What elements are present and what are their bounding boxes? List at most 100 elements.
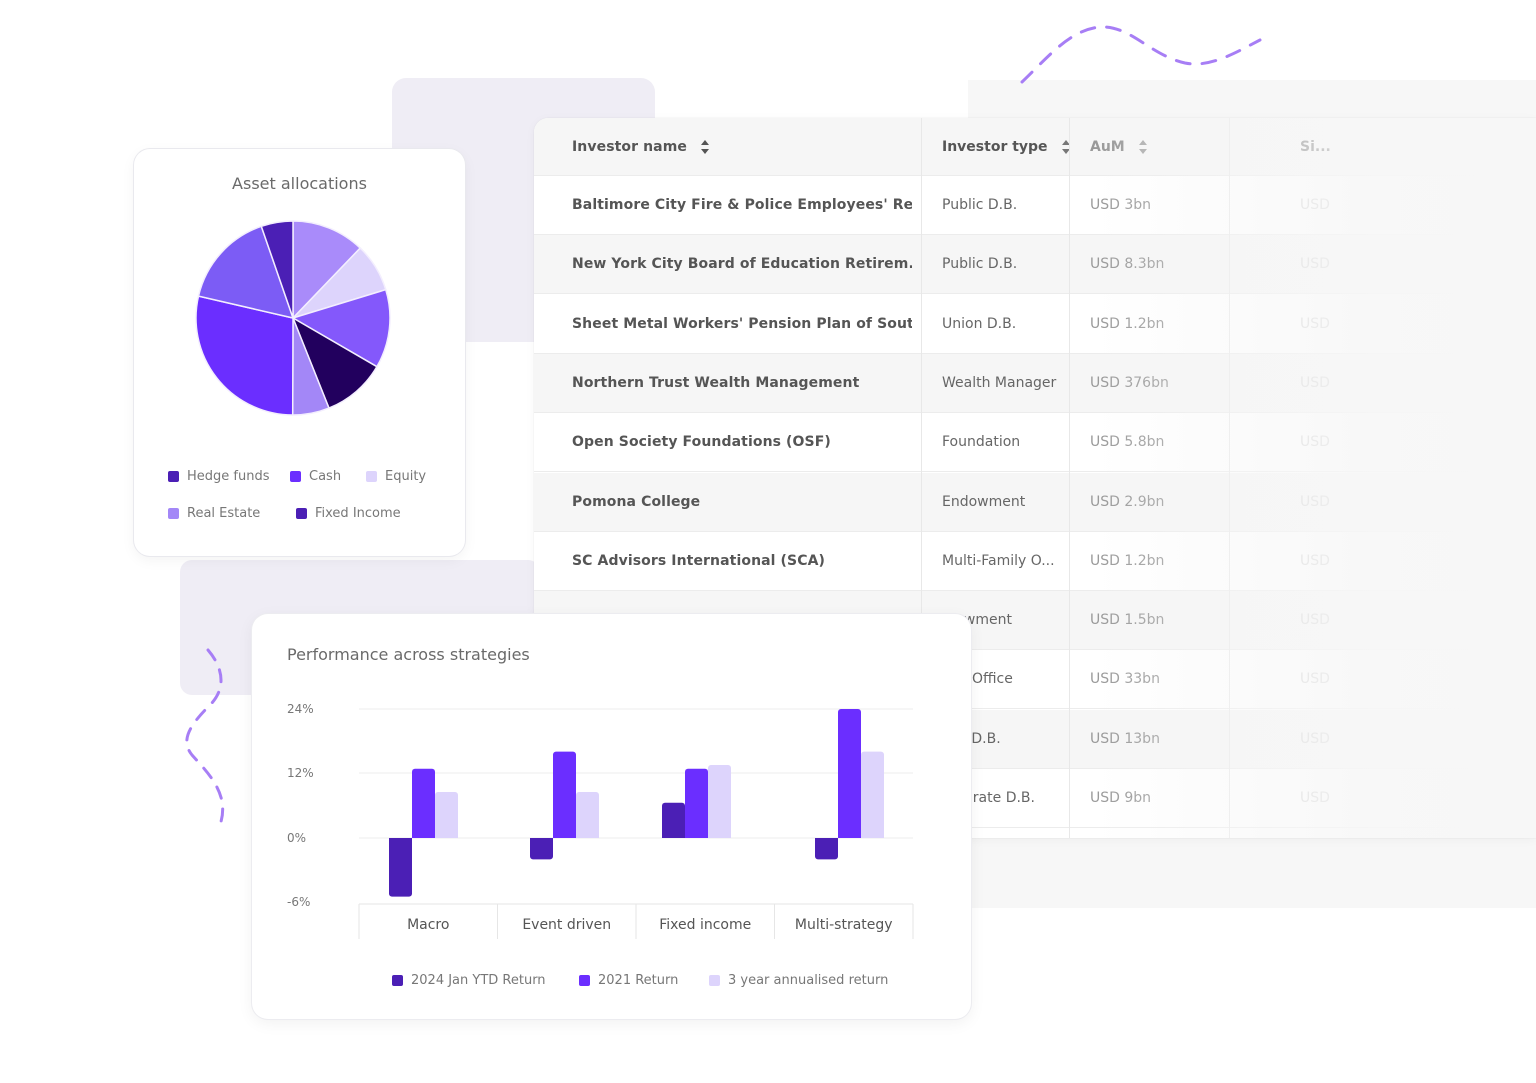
legend-swatch	[290, 471, 301, 482]
legend-swatch	[709, 975, 720, 986]
bar-base	[553, 834, 576, 838]
size-cell: USD	[1300, 256, 1330, 273]
aum-cell: USD 2.9bn	[1090, 493, 1165, 510]
column-header-size[interactable]: Si...	[1300, 118, 1420, 175]
size-cell: USD	[1300, 493, 1330, 510]
column-header-investor-name[interactable]: Investor name	[572, 118, 912, 175]
y-tick-label: -6%	[287, 895, 310, 909]
size-cell: USD	[1300, 790, 1330, 806]
legend-swatch	[168, 508, 179, 519]
bar[interactable]	[861, 751, 884, 838]
bar[interactable]	[838, 709, 861, 838]
bar-base	[815, 838, 838, 842]
bar-base	[861, 834, 884, 838]
investor-name-cell: Pomona College	[572, 493, 701, 510]
legend-item-ytd: 2024 Jan YTD Return	[392, 973, 546, 988]
legend-item-3yr: 3 year annualised return	[709, 973, 888, 988]
legend-swatch	[366, 471, 377, 482]
bar[interactable]	[708, 765, 731, 838]
investor-name-cell: Open Society Foundations (OSF)	[572, 434, 831, 451]
table-row[interactable]: Northern Trust Wealth Management Wealth M…	[534, 353, 1536, 413]
bar[interactable]	[576, 791, 599, 838]
legend-item-real-estate: Real Estate	[168, 506, 260, 521]
investor-type-cell: Foundation	[942, 434, 1021, 451]
bar-base	[412, 834, 435, 838]
legend-item-fixed-income: Fixed Income	[296, 506, 401, 521]
sort-icon[interactable]	[1138, 139, 1147, 154]
y-tick-label: 24%	[287, 702, 314, 716]
aum-cell: USD 1.2bn	[1090, 552, 1165, 569]
size-cell: USD	[1300, 315, 1330, 332]
aum-cell: USD 33bn	[1090, 671, 1160, 688]
size-cell: USD	[1300, 434, 1330, 451]
aum-cell: USD 1.2bn	[1090, 315, 1165, 332]
performance-card: 24% 12% 0% -6% Macro Event driven Fixed income…	[252, 614, 971, 1019]
investor-type-cell: Wealth Manager	[942, 374, 1057, 391]
x-tick-label: Fixed income	[659, 917, 751, 933]
column-header-investor-type[interactable]: Investor type	[942, 118, 1072, 175]
table-header-row: Investor name Investor type AuM Si...	[534, 118, 1536, 176]
table-row[interactable]: New York City Board of Education Retirem…	[534, 235, 1536, 295]
investor-name-cell: Sheet Metal Workers' Pension Plan of Sou…	[572, 315, 912, 332]
x-tick-label: Multi-strategy	[795, 917, 893, 933]
bar-base	[530, 838, 553, 842]
size-cell: USD	[1300, 197, 1330, 213]
investor-name-cell: New York City Board of Education Retirem…	[572, 256, 912, 273]
table-row[interactable]: Baltimore City Fire & Police Employees' …	[534, 176, 1536, 235]
investor-type-cell: Public D.B.	[942, 256, 1018, 273]
card-title: Performance across strategies	[287, 645, 530, 664]
sort-icon[interactable]	[701, 139, 710, 154]
size-cell: USD	[1300, 374, 1330, 391]
investor-type-cell: Endowment	[942, 493, 1026, 510]
aum-cell: USD 5.8bn	[1090, 434, 1165, 451]
aum-cell: USD 376bn	[1090, 374, 1169, 391]
bar-base	[435, 834, 458, 838]
bar-base	[662, 834, 685, 838]
x-tick-label: Event driven	[522, 917, 611, 933]
bar[interactable]	[662, 802, 685, 838]
legend-item-hedge-funds: Hedge funds	[168, 469, 270, 484]
bar-base	[576, 834, 599, 838]
bar[interactable]	[685, 768, 708, 838]
bar[interactable]	[389, 838, 412, 897]
pie-chart	[195, 220, 391, 416]
aum-cell: USD 9bn	[1090, 790, 1152, 806]
legend-item-equity: Equity	[366, 469, 426, 484]
aum-cell: USD 13bn	[1090, 730, 1160, 747]
bar-base	[708, 834, 731, 838]
y-tick-label: 0%	[287, 831, 306, 845]
legend-swatch	[579, 975, 590, 986]
x-tick-label: Macro	[407, 917, 449, 933]
table-row[interactable]: Sheet Metal Workers' Pension Plan of Sou…	[534, 295, 1536, 354]
column-header-aum[interactable]: AuM	[1090, 118, 1240, 175]
bar-chart: 24% 12% 0% -6% Macro Event driven Fixed income…	[287, 702, 914, 939]
table-row[interactable]: SC Advisors International (SCA) Multi-Fam…	[534, 532, 1536, 591]
legend-item-cash: Cash	[290, 469, 341, 484]
investor-name-cell: Baltimore City Fire & Police Employees' …	[572, 197, 912, 213]
legend-swatch	[296, 508, 307, 519]
bar[interactable]	[412, 768, 435, 838]
size-cell: USD	[1300, 730, 1330, 747]
investor-type-cell: Union D.B.	[942, 315, 1017, 332]
table-row[interactable]: Pomona College Endowment USD 2.9bn USD	[534, 472, 1536, 532]
bar[interactable]	[553, 751, 576, 838]
bar-base	[685, 834, 708, 838]
card-title: Asset allocations	[232, 174, 367, 193]
asset-allocations-card: Asset allocations Hedge funds Cash Equit…	[134, 149, 465, 556]
aum-cell: USD 1.5bn	[1090, 612, 1165, 629]
aum-cell: USD 3bn	[1090, 197, 1152, 213]
investor-name-cell: SC Advisors International (SCA)	[572, 552, 826, 569]
investor-type-cell: Public D.B.	[942, 197, 1018, 213]
investor-type-cell: Multi-Family O...	[942, 552, 1055, 569]
y-tick-label: 12%	[287, 766, 314, 780]
size-cell: USD	[1300, 552, 1330, 569]
bar-base	[389, 838, 412, 842]
bar[interactable]	[435, 791, 458, 838]
column-divider	[1069, 118, 1070, 838]
legend-item-2021: 2021 Return	[579, 973, 678, 988]
legend-swatch	[168, 471, 179, 482]
bar-base	[838, 834, 861, 838]
legend-swatch	[392, 975, 403, 986]
table-row[interactable]: Open Society Foundations (OSF) Foundation…	[534, 413, 1536, 473]
aum-cell: USD 8.3bn	[1090, 256, 1165, 273]
